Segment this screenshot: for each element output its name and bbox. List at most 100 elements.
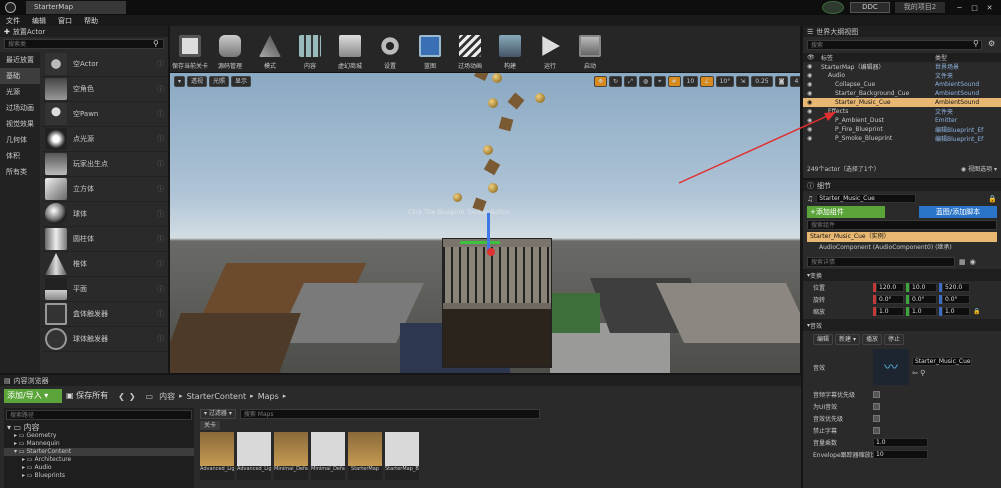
menu-help[interactable]: 帮助 <box>84 16 98 26</box>
outliner-row[interactable]: ◉ Starter_Music_Cue AmbientSound <box>803 98 1001 107</box>
scale-y-input[interactable]: 1.0 <box>909 306 937 316</box>
tree-root[interactable]: ▾ ▭ 内容 <box>4 422 194 432</box>
transform-gizmo-y[interactable] <box>487 213 490 253</box>
source-control-icon[interactable] <box>822 1 844 14</box>
asset-tile[interactable]: Advanced_Lighting_Built <box>237 432 271 482</box>
sound-cue-thumbnail-icon[interactable]: 〰 <box>873 349 909 385</box>
outliner-settings-icon[interactable]: ⚙ <box>988 39 995 48</box>
child-component-row[interactable]: AudioComponent (AudioComponent0) (继承) <box>807 243 997 253</box>
outliner-row[interactable]: ◉ P_Smoke_Blueprint 编辑Blueprint_Ef <box>803 134 1001 143</box>
tree-folder[interactable]: ▸ ▭ Mannequin <box>4 440 194 448</box>
location-z-input[interactable]: 520.0 <box>942 282 970 292</box>
folder-icon[interactable]: ▭ <box>146 392 154 401</box>
place-item[interactable]: 平面 ⓘ <box>42 277 168 302</box>
asset-tile[interactable]: Minimal_Default <box>274 432 308 482</box>
tree-folder[interactable]: ▸ ▭ Architecture <box>4 456 194 464</box>
info-icon[interactable]: ⓘ <box>157 209 164 219</box>
viewport-options-button[interactable]: ▾ <box>174 76 186 87</box>
scale-snap-value[interactable]: 0.25 <box>751 76 773 87</box>
sound-property-checkbox[interactable] <box>873 402 880 410</box>
transform-gizmo-x[interactable] <box>460 241 500 244</box>
info-icon[interactable]: ⓘ <box>157 309 164 319</box>
place-item[interactable]: 立方体 ⓘ <box>42 177 168 202</box>
grid-snap-icon[interactable]: # <box>667 76 681 87</box>
visibility-eye-icon[interactable]: ◉ <box>807 135 817 142</box>
place-item[interactable]: 椎体 ⓘ <box>42 252 168 277</box>
show-button[interactable]: 显示 <box>231 76 252 87</box>
play-button[interactable]: 运行 <box>530 26 570 72</box>
blueprint-script-button[interactable]: 蓝图/添加脚本 <box>919 206 997 218</box>
add-component-button[interactable]: +添加组件 <box>807 206 885 218</box>
world-space-icon[interactable]: ◍ <box>638 76 653 87</box>
sound-property-checkbox[interactable] <box>873 390 880 398</box>
visibility-eye-icon[interactable]: ◉ <box>807 63 817 70</box>
outliner-row[interactable]: ◉ Collapse_Cue AmbientSound <box>803 80 1001 89</box>
info-icon[interactable]: ⓘ <box>157 234 164 244</box>
outliner-row[interactable]: ◉ StarterMap（编辑器） 世界场景 <box>803 62 1001 71</box>
new-sound-button[interactable]: 新建 ▾ <box>835 334 860 345</box>
marketplace-button[interactable]: 虚幻商城 <box>330 26 370 72</box>
save-level-button[interactable]: 保存当前关卡 <box>170 26 210 72</box>
launch-button[interactable]: 启动 <box>570 26 610 72</box>
location-x-input[interactable]: 120.0 <box>876 282 904 292</box>
lit-button[interactable]: 光照 <box>209 76 230 87</box>
menu-edit[interactable]: 编辑 <box>32 16 46 26</box>
place-item[interactable]: 玩家出生点 ⓘ <box>42 152 168 177</box>
minimize-icon[interactable]: ─ <box>952 4 967 12</box>
place-item[interactable]: 空Actor ⓘ <box>42 52 168 77</box>
content-button[interactable]: 内容 <box>290 26 330 72</box>
actor-name-field[interactable]: Starter_Music_Cue <box>816 194 917 203</box>
sound-property-input[interactable]: 10 <box>873 449 928 459</box>
asset-tile[interactable]: StarterMap <box>348 432 382 482</box>
blueprints-button[interactable]: 蓝图 <box>410 26 450 72</box>
detail-search-input[interactable]: 搜索详情 <box>807 257 955 267</box>
place-item[interactable]: 球体触发器 ⓘ <box>42 327 168 352</box>
source-control-button[interactable]: 源码管理 <box>210 26 250 72</box>
category-lights[interactable]: 光源 <box>0 84 40 100</box>
surface-snap-icon[interactable]: ⌖ <box>654 76 666 87</box>
rotation-snap-value[interactable]: 10° <box>715 76 735 87</box>
scale-x-input[interactable]: 1.0 <box>876 306 904 316</box>
scale-icon[interactable]: ⤢ <box>624 76 637 87</box>
asset-tile[interactable]: Minimal_Default_BuiltData <box>311 432 345 482</box>
label-column[interactable]: 标签 <box>817 53 935 62</box>
type-column[interactable]: 类型 <box>935 53 947 62</box>
outliner-row[interactable]: ◉ Effects 文件夹 <box>803 107 1001 116</box>
info-icon[interactable]: ⓘ <box>157 159 164 169</box>
info-icon[interactable]: ⓘ <box>157 284 164 294</box>
path-segment[interactable]: StarterContent <box>187 392 247 401</box>
stop-sound-button[interactable]: 停止 <box>883 334 904 345</box>
category-cinematic[interactable]: 过场动画 <box>0 100 40 116</box>
path-segment[interactable]: Maps <box>258 392 279 401</box>
category-visual-effects[interactable]: 视觉效果 <box>0 116 40 132</box>
visibility-eye-icon[interactable]: ◉ <box>807 99 817 106</box>
level-filter-chip[interactable]: 关卡 <box>200 421 220 430</box>
visibility-eye-icon[interactable]: ◉ <box>807 108 817 115</box>
modes-button[interactable]: 模式 <box>250 26 290 72</box>
view-options-button[interactable]: ◉ 视图选项 ▾ <box>961 164 997 173</box>
outliner-search-input[interactable]: 搜索 <box>807 40 982 50</box>
settings-button[interactable]: 设置 <box>370 26 410 72</box>
add-import-button[interactable]: 添加/导入 ▾ <box>4 389 62 403</box>
sound-property-input[interactable]: 1.0 <box>873 437 928 447</box>
tree-folder[interactable]: ▸ ▭ Geometry <box>4 432 194 440</box>
info-icon[interactable]: ⓘ <box>157 84 164 94</box>
info-icon[interactable]: ⓘ <box>157 134 164 144</box>
visibility-eye-icon[interactable]: ◉ <box>807 72 817 79</box>
translate-icon[interactable]: ✥ <box>594 76 608 87</box>
play-sound-button[interactable]: 播放 <box>861 334 882 345</box>
asset-search-input[interactable]: 搜索 Maps <box>239 408 540 419</box>
transform-section-header[interactable]: ▾ 变换 <box>803 269 1001 281</box>
visibility-eye-icon[interactable]: ◉ <box>807 81 817 88</box>
category-volumes[interactable]: 体积 <box>0 148 40 164</box>
location-y-input[interactable]: 10.0 <box>909 282 937 292</box>
path-segment[interactable]: 内容 <box>159 391 175 402</box>
visibility-eye-icon[interactable]: ◉ <box>807 117 817 124</box>
rotation-snap-icon[interactable]: ∠ <box>700 76 714 87</box>
place-item[interactable]: 圆柱体 ⓘ <box>42 227 168 252</box>
ddc-button[interactable]: DDC <box>850 2 890 13</box>
outliner-row[interactable]: ◉ P_Fire_Blueprint 编辑Blueprint_Ef <box>803 125 1001 134</box>
sound-asset-picker[interactable]: Starter_Music_Cue <box>912 357 972 366</box>
tree-folder[interactable]: ▸ ▭ Audio <box>4 464 194 472</box>
rotate-icon[interactable]: ↻ <box>609 76 623 87</box>
